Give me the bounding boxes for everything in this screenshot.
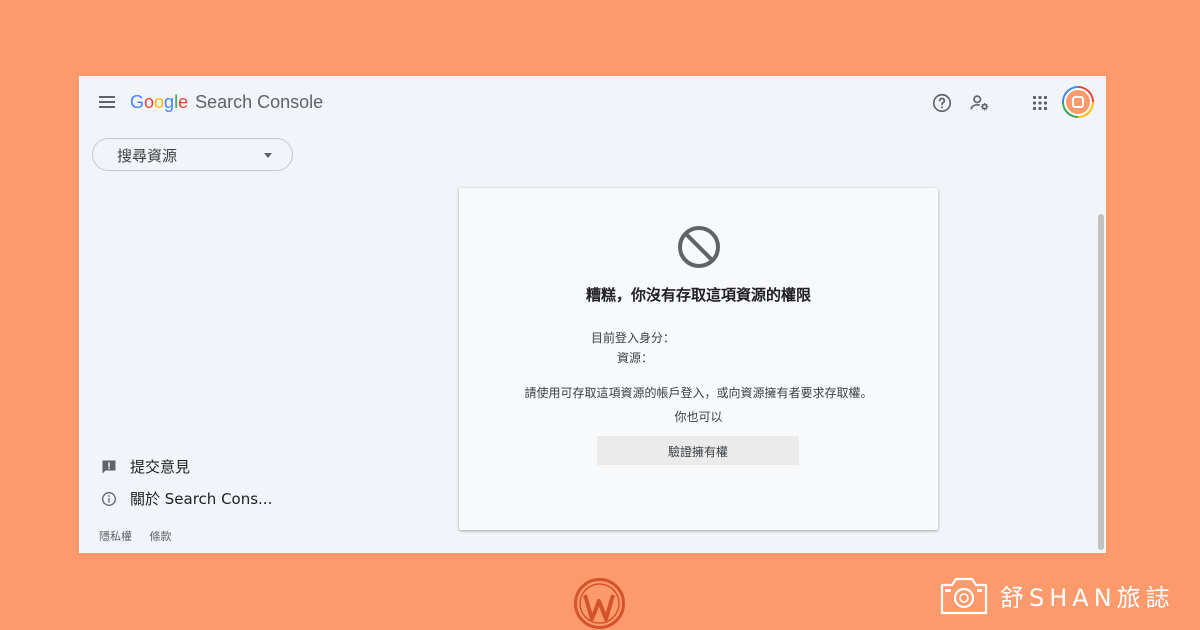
logo-letter: o bbox=[144, 92, 155, 112]
current-user-label: 目前登入身分： bbox=[590, 331, 675, 345]
scrollbar-thumb[interactable] bbox=[1098, 214, 1104, 550]
property-selector-label: 搜尋資源 bbox=[117, 147, 178, 165]
wordpress-icon bbox=[574, 578, 625, 629]
feedback-label: 提交意見 bbox=[130, 458, 191, 476]
menu-icon[interactable] bbox=[99, 96, 115, 110]
blog-brand-watermark: 舒SHAN旅誌 bbox=[938, 574, 1175, 616]
account-avatar[interactable] bbox=[1062, 86, 1094, 118]
product-name: Search Console bbox=[195, 92, 324, 112]
info-icon bbox=[102, 491, 116, 506]
google-search-console-logo[interactable]: Google Search Console bbox=[130, 92, 323, 113]
submit-feedback-link[interactable]: 提交意見 bbox=[101, 456, 190, 477]
alternative-option-text: 你也可以 bbox=[674, 410, 723, 424]
about-search-console-link[interactable]: 關於 Search Cons... bbox=[101, 488, 272, 509]
help-icon[interactable] bbox=[931, 92, 953, 114]
property-label: 資源： bbox=[616, 351, 653, 365]
footer-links: 隱私權 條款 bbox=[99, 528, 186, 544]
manage-users-icon[interactable] bbox=[969, 92, 991, 114]
access-denied-title: 糟糕，你沒有存取這項資源的權限 bbox=[585, 286, 811, 304]
access-description: 請使用可存取這項資源的帳戶登入，或向資源擁有者要求存取權。 bbox=[524, 386, 873, 400]
terms-link[interactable]: 條款 bbox=[150, 530, 172, 543]
logo-letter: o bbox=[154, 92, 165, 112]
camera-icon bbox=[940, 577, 988, 615]
property-selector[interactable]: 搜尋資源 bbox=[92, 138, 293, 171]
about-label: 關於 Search Cons... bbox=[130, 490, 273, 508]
logo-letter: g bbox=[164, 92, 175, 112]
search-console-window: Google Search Console 搜尋資源 提交意見 關於 Searc… bbox=[79, 76, 1106, 553]
top-app-bar: Google Search Console bbox=[79, 76, 1106, 132]
apps-grid-icon[interactable] bbox=[1029, 92, 1051, 114]
access-denied-card: 糟糕，你沒有存取這項資源的權限 目前登入身分： 資源： 請使用可存取這項資源的帳… bbox=[459, 188, 938, 530]
privacy-link[interactable]: 隱私權 bbox=[99, 530, 132, 543]
brand-text: 舒SHAN旅誌 bbox=[1000, 583, 1175, 612]
feedback-icon bbox=[102, 460, 116, 473]
scrollbar[interactable] bbox=[1097, 132, 1105, 553]
block-icon bbox=[678, 226, 720, 268]
logo-letter: G bbox=[130, 92, 145, 112]
verify-ownership-button[interactable]: 驗證擁有權 bbox=[597, 436, 799, 465]
avatar-image bbox=[1064, 88, 1092, 116]
dropdown-caret-icon bbox=[264, 153, 272, 158]
logo-letter: e bbox=[178, 92, 189, 112]
